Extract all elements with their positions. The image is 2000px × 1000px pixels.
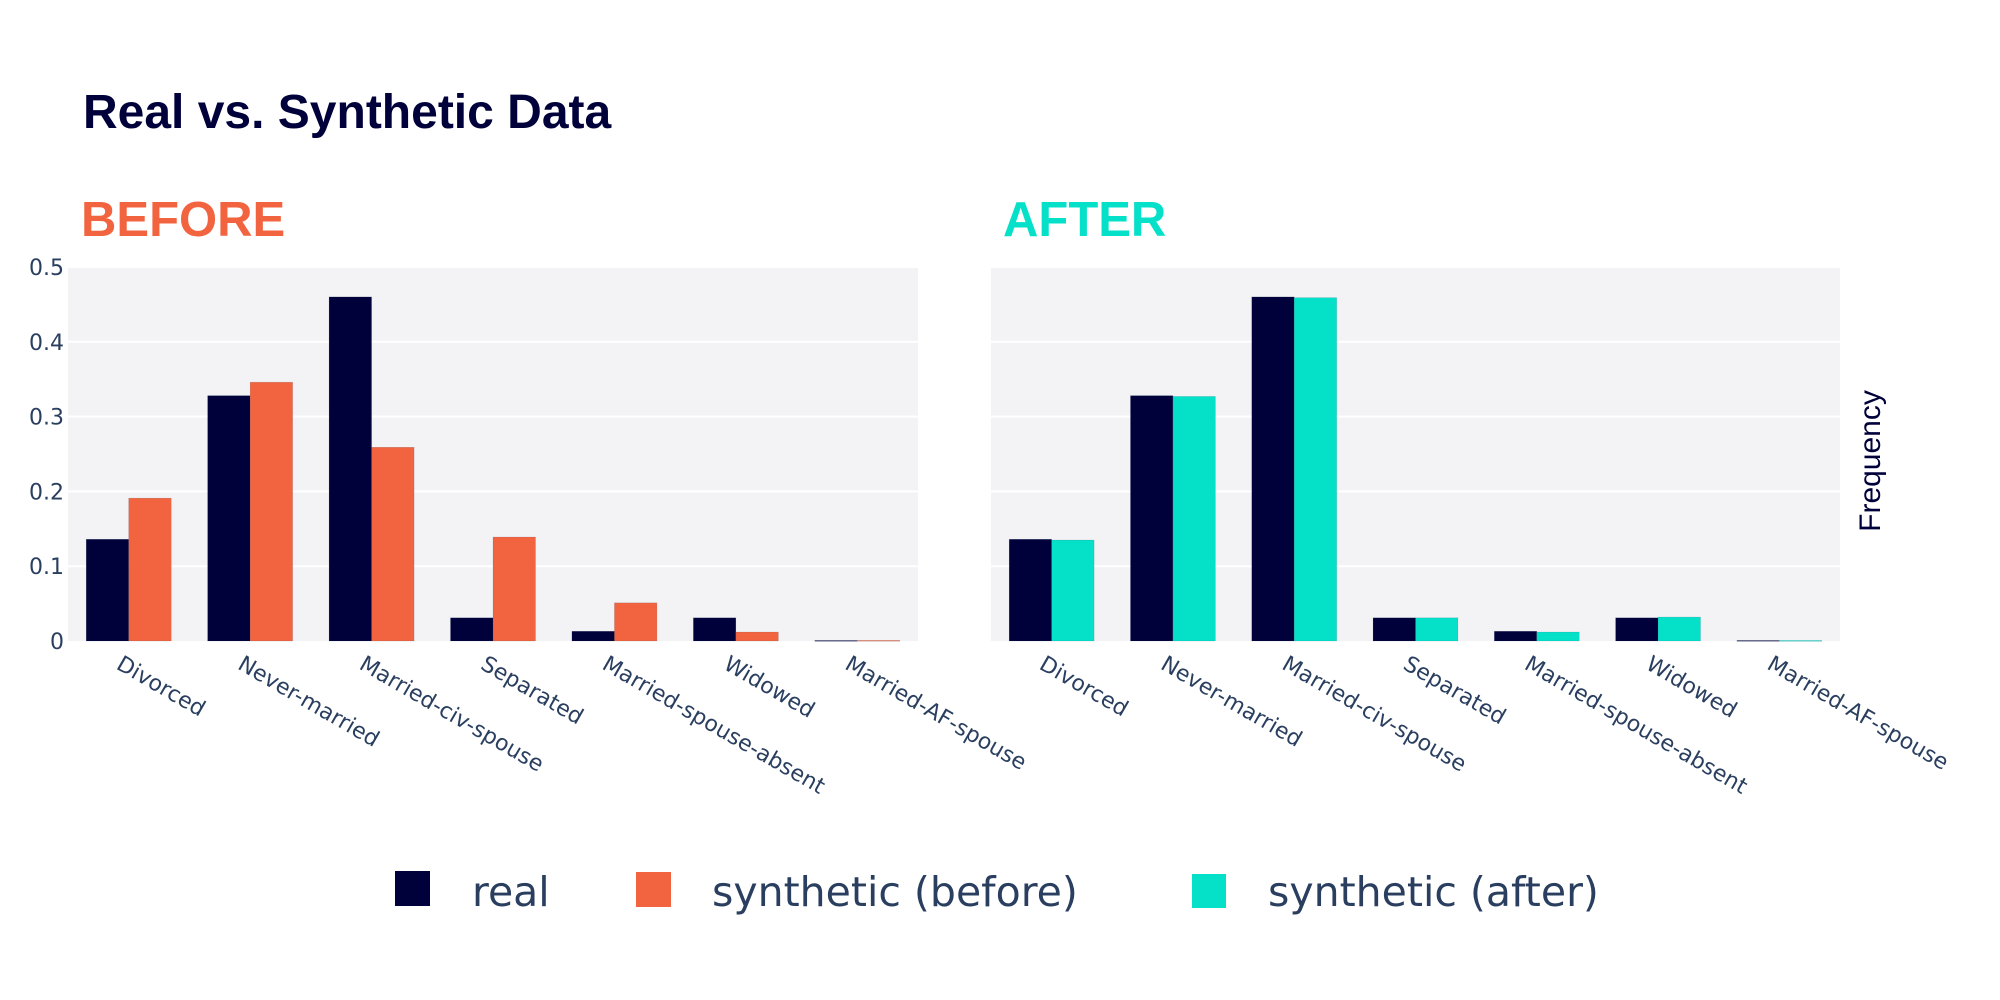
before-panel: Divorced Never-marriedMarried-civ-spouseS… bbox=[68, 266, 1031, 800]
bar-after-synthetic-after-married-spouse-absent[interactable] bbox=[1536, 631, 1580, 642]
chart: Real vs. Synthetic Data BEFORE AFTER Div… bbox=[29, 86, 1953, 916]
y-tick-label: 0 bbox=[50, 630, 64, 655]
legend-item-synthetic-before[interactable]: synthetic (before) bbox=[636, 868, 1078, 916]
x-tick-label: Widowed bbox=[719, 652, 818, 724]
legend-item-real[interactable]: real bbox=[395, 868, 550, 916]
bar-before-synthetic-before-divorced[interactable] bbox=[128, 497, 172, 642]
bar-before-real-divorced[interactable] bbox=[85, 539, 129, 642]
x-tick-label: Married-AF-spouse bbox=[1763, 652, 1953, 776]
bar-before-real-never-married[interactable] bbox=[207, 395, 251, 642]
y-tick-label: 0.4 bbox=[29, 331, 64, 356]
legend-label-real: real bbox=[472, 868, 550, 916]
x-tick-label: Married-spouse-absent bbox=[598, 652, 829, 800]
bar-before-real-married-civ-spouse[interactable] bbox=[328, 296, 372, 642]
y-axis-label: Frequency bbox=[1854, 390, 1887, 532]
legend: real synthetic (before) synthetic (after… bbox=[395, 868, 1599, 916]
legend-swatch-synthetic-after bbox=[1192, 874, 1226, 908]
after-panel: Divorced Never-marriedMarried-civ-spouseS… bbox=[991, 266, 1953, 800]
bar-after-real-widowed[interactable] bbox=[1615, 617, 1659, 642]
bar-after-real-separated[interactable] bbox=[1372, 617, 1416, 642]
panel-title-after: AFTER bbox=[1003, 193, 1166, 247]
bar-after-real-married-civ-spouse[interactable] bbox=[1251, 296, 1295, 642]
bar-after-synthetic-after-married-civ-spouse[interactable] bbox=[1293, 297, 1337, 642]
bar-after-real-married-spouse-absent[interactable] bbox=[1494, 631, 1538, 642]
bar-after-synthetic-after-divorced[interactable] bbox=[1051, 539, 1095, 642]
legend-label-synthetic-before: synthetic (before) bbox=[712, 868, 1078, 916]
legend-swatch-synthetic-before bbox=[636, 872, 671, 907]
y-axis-ticks: 0 0.1 0.2 0.3 0.4 0.5 bbox=[29, 256, 64, 655]
legend-label-synthetic-after: synthetic (after) bbox=[1268, 868, 1599, 916]
bar-before-real-married-af-spouse[interactable] bbox=[814, 640, 858, 642]
x-tick-label: Married-spouse-absent bbox=[1520, 652, 1751, 800]
x-tick-label: Widowed bbox=[1641, 652, 1740, 724]
x-tick-label: Divorced bbox=[112, 652, 209, 723]
y-tick-label: 0.5 bbox=[29, 256, 64, 281]
x-tick-label: Married-AF-spouse bbox=[841, 652, 1031, 776]
bar-before-synthetic-before-married-spouse-absent[interactable] bbox=[614, 602, 658, 642]
bar-before-real-separated[interactable] bbox=[450, 617, 494, 642]
bar-before-real-widowed[interactable] bbox=[693, 617, 737, 642]
bar-before-synthetic-before-married-civ-spouse[interactable] bbox=[371, 447, 415, 642]
plot-area-after bbox=[991, 267, 1840, 641]
bar-after-real-married-af-spouse[interactable] bbox=[1736, 640, 1780, 642]
y-tick-label: 0.2 bbox=[29, 480, 64, 505]
x-tick-label: Separated bbox=[476, 652, 587, 730]
bar-before-synthetic-before-widowed[interactable] bbox=[735, 631, 779, 642]
bar-after-synthetic-after-never-married[interactable] bbox=[1172, 396, 1216, 642]
legend-swatch-real bbox=[395, 871, 430, 906]
bar-before-synthetic-before-separated[interactable] bbox=[492, 536, 536, 642]
legend-item-synthetic-after[interactable]: synthetic (after) bbox=[1192, 868, 1599, 916]
bar-after-synthetic-after-widowed[interactable] bbox=[1657, 616, 1701, 642]
bar-before-synthetic-before-never-married[interactable] bbox=[249, 381, 293, 642]
y-tick-label: 0.1 bbox=[29, 555, 64, 580]
chart-title: Real vs. Synthetic Data bbox=[83, 86, 612, 139]
bar-after-synthetic-after-separated[interactable] bbox=[1415, 617, 1459, 642]
panel-title-before: BEFORE bbox=[81, 193, 285, 247]
bar-after-synthetic-after-married-af-spouse[interactable] bbox=[1779, 640, 1823, 642]
x-tick-label: Divorced bbox=[1035, 652, 1132, 723]
y-tick-label: 0.3 bbox=[29, 406, 64, 431]
bar-after-real-divorced[interactable] bbox=[1008, 539, 1052, 642]
bar-after-real-never-married[interactable] bbox=[1130, 395, 1174, 642]
bar-before-real-married-spouse-absent[interactable] bbox=[571, 631, 615, 642]
x-tick-label: Separated bbox=[1399, 652, 1510, 730]
bar-before-synthetic-before-married-af-spouse[interactable] bbox=[857, 640, 901, 642]
